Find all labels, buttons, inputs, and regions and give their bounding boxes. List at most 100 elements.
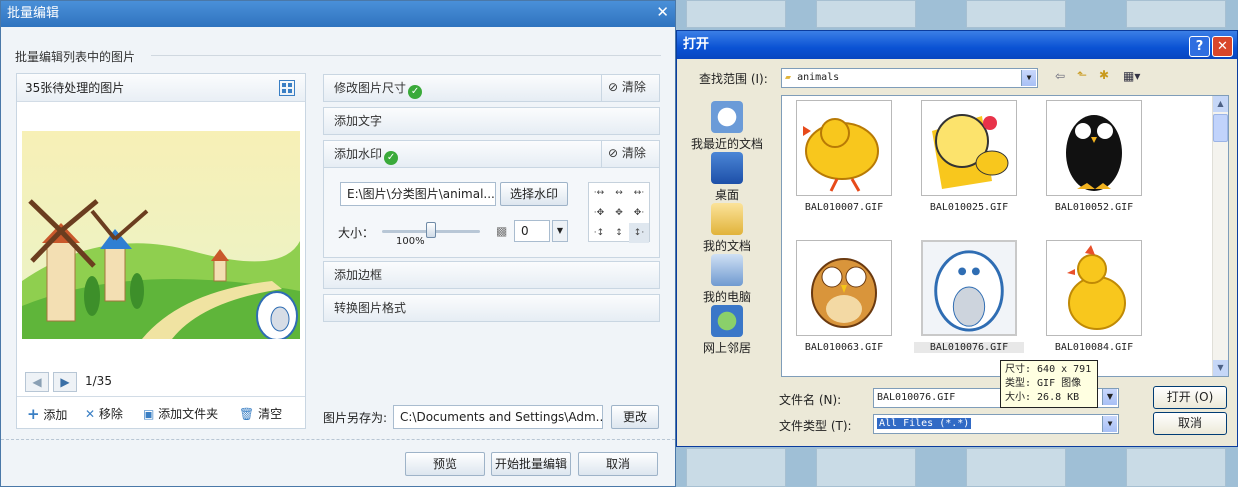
file-list-scrollbar[interactable]: ▲ ▼ xyxy=(1212,96,1228,376)
file-thumbnail[interactable] xyxy=(921,100,1017,196)
file-name: BAL010007.GIF xyxy=(804,202,884,213)
brown-owl-image xyxy=(811,258,877,328)
border-row[interactable]: 添加边框 xyxy=(323,261,660,289)
chevron-down-icon[interactable]: ▼ xyxy=(1102,389,1117,405)
place-desktop-label: 桌面 xyxy=(714,188,739,202)
file-thumbnail-selected[interactable] xyxy=(921,240,1017,336)
clear-resize-button[interactable]: ⊘ 清除 xyxy=(601,74,659,102)
up-folder-icon[interactable]: ⬑ xyxy=(1077,68,1087,82)
image-list-panel: 35张待处理的图片 ◀ ▶ 1/35 + 添加 ✕ 移除 ▣ 添加文件夹 🗑 清… xyxy=(16,73,306,429)
new-folder-icon[interactable]: ✱ xyxy=(1099,68,1109,82)
chick-image xyxy=(803,118,879,192)
lookin-label: 查找范围 (I): xyxy=(699,72,768,86)
opacity-dropdown[interactable]: ▼ xyxy=(552,220,568,242)
lookin-folder-name: animals xyxy=(797,72,840,83)
back-icon[interactable]: ⇦ xyxy=(1055,69,1065,83)
choose-watermark-button[interactable]: 选择水印 xyxy=(500,182,568,206)
add-label: 添加 xyxy=(43,408,68,422)
add-button[interactable]: + 添加 xyxy=(27,405,67,423)
save-as-label: 图片另存为: xyxy=(323,411,388,425)
watermark-path-field[interactable]: E:\图片\分类图片\animal... xyxy=(340,182,496,206)
size-label: 大小： xyxy=(338,226,375,240)
add-folder-button[interactable]: ▣ 添加文件夹 xyxy=(143,405,218,422)
filetype-value: All Files (*.*) xyxy=(877,418,972,429)
black-owl-image xyxy=(1066,115,1122,191)
section-divider xyxy=(151,55,661,56)
start-batch-button[interactable]: 开始批量编辑 xyxy=(491,452,571,476)
view-menu-icon[interactable]: ▦▾ xyxy=(1123,69,1140,83)
size-slider-thumb[interactable] xyxy=(426,222,436,238)
place-network-label: 网上邻居 xyxy=(702,341,751,355)
place-computer[interactable]: 我的电脑 xyxy=(685,254,769,305)
cancel-open-button[interactable]: 取消 xyxy=(1153,412,1227,435)
place-documents-label: 我的文档 xyxy=(702,239,751,253)
prev-page-button[interactable]: ◀ xyxy=(25,372,49,392)
add-text-label: 添加文字 xyxy=(334,114,383,128)
tooltip-type: 类型: GIF 图像 xyxy=(1005,378,1082,389)
x-icon: ✕ xyxy=(85,407,96,421)
page-indicator: 1/35 xyxy=(85,374,112,388)
divider xyxy=(17,396,305,397)
place-documents[interactable]: 我的文档 xyxy=(685,203,769,254)
watermark-row[interactable]: 添加水印 ✓ ⊘ 清除 xyxy=(323,140,660,168)
close-icon[interactable]: ✕ xyxy=(1212,36,1233,57)
file-thumbnail[interactable] xyxy=(1046,100,1142,196)
place-network[interactable]: 网上邻居 xyxy=(685,305,769,356)
scroll-down-icon[interactable]: ▼ xyxy=(1213,360,1228,376)
file-thumbnail[interactable] xyxy=(796,100,892,196)
lookin-combo[interactable]: ▰ animals ▼ xyxy=(781,68,1038,88)
clock-icon xyxy=(711,101,743,133)
watermark-position-grid[interactable]: ·↔ ↔ ↔· ·✥ ✥ ✥· ·↕ ↕ ↕· xyxy=(588,182,650,243)
next-page-button[interactable]: ▶ xyxy=(53,372,77,392)
remove-button[interactable]: ✕ 移除 xyxy=(85,405,123,422)
yellow-chick-image xyxy=(1067,245,1126,330)
size-percent: 100% xyxy=(396,236,425,247)
check-icon: ✓ xyxy=(384,151,399,165)
close-icon[interactable]: ✕ xyxy=(656,3,669,21)
save-path-field[interactable]: C:\Documents and Settings\Adm... xyxy=(393,405,603,429)
file-name-selected: BAL010076.GIF xyxy=(914,342,1024,353)
scroll-up-icon[interactable]: ▲ xyxy=(1213,96,1228,112)
place-desktop[interactable]: 桌面 xyxy=(685,152,769,203)
desktop-icon xyxy=(711,152,743,184)
add-folder-label: 添加文件夹 xyxy=(158,407,219,421)
clear-list-button[interactable]: 🗑 清空 xyxy=(239,405,282,422)
places-bar: 我最近的文档 桌面 我的文档 我的电脑 网上邻居 xyxy=(685,95,773,355)
filename-label: 文件名 (N): xyxy=(779,393,842,407)
open-button[interactable]: 打开 (O) xyxy=(1153,386,1227,409)
change-path-button[interactable]: 更改 xyxy=(611,405,659,429)
image-preview[interactable] xyxy=(22,131,300,339)
open-dialog-title: 打开 xyxy=(677,31,1237,59)
file-thumbnail[interactable] xyxy=(1046,240,1142,336)
border-label: 添加边框 xyxy=(334,268,383,282)
filetype-label: 文件类型 (T): xyxy=(779,419,852,433)
grid-view-icon[interactable] xyxy=(279,80,295,96)
image-count-label: 35张待处理的图片 xyxy=(25,81,125,95)
watermark-settings: E:\图片\分类图片\animal... 选择水印 大小： 100% ▩ 0 ▼… xyxy=(323,168,660,258)
clear-label: 清空 xyxy=(258,407,283,421)
section-label: 批量编辑列表中的图片 xyxy=(15,48,144,65)
trash-icon: 🗑 xyxy=(239,407,255,421)
resize-row[interactable]: 修改图片尺寸 ✓ ⊘ 清除 xyxy=(323,74,660,102)
watermark-label: 添加水印 xyxy=(334,147,383,161)
help-icon[interactable]: ? xyxy=(1189,36,1210,57)
image-list-header: 35张待处理的图片 xyxy=(17,74,305,102)
file-thumbnail[interactable] xyxy=(796,240,892,336)
chevron-down-icon: ▼ xyxy=(1021,70,1036,86)
network-icon xyxy=(711,305,743,337)
remove-label: 移除 xyxy=(98,407,123,421)
documents-folder-icon xyxy=(711,203,743,235)
opacity-icon: ▩ xyxy=(496,224,508,238)
preview-button[interactable]: 预览 xyxy=(405,452,485,476)
place-recent[interactable]: 我最近的文档 xyxy=(685,101,769,152)
filetype-combo[interactable]: All Files (*.*) ▼ xyxy=(873,414,1119,434)
opacity-field[interactable]: 0 xyxy=(514,220,550,242)
folder-icon: ▰ xyxy=(785,72,792,83)
scroll-thumb[interactable] xyxy=(1213,114,1228,142)
plus-icon: + xyxy=(27,405,40,423)
convert-row[interactable]: 转换图片格式 xyxy=(323,294,660,322)
cancel-button[interactable]: 取消 xyxy=(578,452,658,476)
clear-watermark-button[interactable]: ⊘ 清除 xyxy=(601,140,659,168)
add-text-row[interactable]: 添加文字 xyxy=(323,107,660,135)
file-name: BAL010025.GIF xyxy=(929,202,1009,213)
